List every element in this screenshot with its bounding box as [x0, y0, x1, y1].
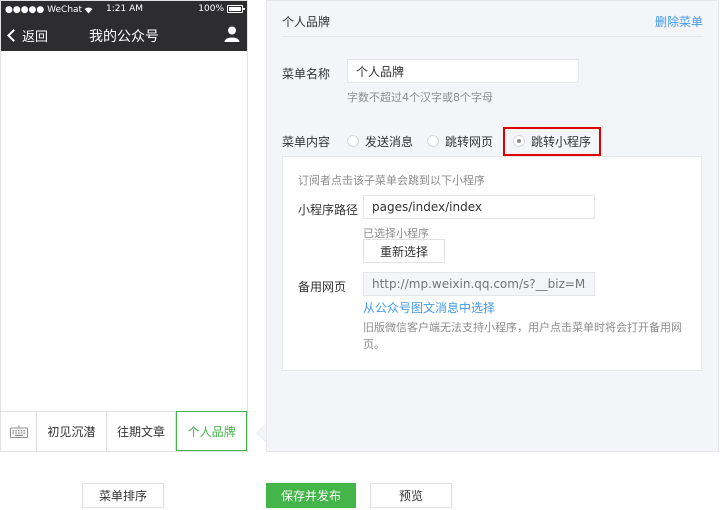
menu-item-label: 往期文章	[117, 425, 166, 439]
preview-button[interactable]: 预览	[370, 483, 452, 508]
menu-name-label: 菜单名称	[282, 67, 331, 81]
fallback-label: 备用网页	[298, 280, 347, 294]
menu-name-hint: 字数不超过4个汉字或8个字母	[347, 91, 493, 104]
battery-icon	[227, 5, 245, 13]
sort-label: 菜单排序	[98, 489, 147, 503]
miniprogram-settings: 订阅者点击该子菜单会跳到以下小程序 小程序路径 已选择小程序 重新选择 备用网页…	[282, 156, 702, 371]
keyboard-icon	[9, 425, 28, 438]
menu-content-label: 菜单内容	[282, 135, 331, 149]
battery-percent: 100%	[198, 4, 224, 14]
content-type-radio-group: 发送消息 跳转网页 跳转小程序	[347, 126, 602, 156]
radio-label: 发送消息	[365, 134, 414, 149]
menu-item-label: 初见沉潜	[47, 425, 96, 439]
radio-circle-checked	[513, 135, 526, 147]
keyboard-toggle[interactable]	[1, 412, 37, 451]
menu-item-label: 个人品牌	[187, 424, 236, 439]
radio-circle	[427, 135, 440, 147]
phone-preview: ●●●●● WeChat 1:21 AM 100% 返回 我的公众号 +	[0, 0, 248, 452]
radio-label: 跳转网页	[445, 134, 494, 149]
menu-item-third-selected[interactable]: 个人品牌	[176, 411, 247, 451]
radio-send-message[interactable]: 发送消息	[347, 133, 413, 150]
radio-jump-webpage[interactable]: 跳转网页	[427, 133, 493, 150]
editor-title: 个人品牌	[282, 15, 331, 29]
publish-label: 保存并发布	[280, 489, 341, 503]
compatibility-note: 旧版微信客户端无法支持小程序，用户点击菜单时将会打开备用网页。	[363, 321, 682, 351]
radio-circle	[347, 135, 359, 147]
path-label: 小程序路径	[298, 203, 359, 217]
menu-item-first[interactable]: 初见沉潜	[37, 412, 107, 451]
custom-menu-bar: 初见沉潜 往期文章 个人品牌	[1, 411, 247, 451]
editor-pointer-arrow	[256, 424, 266, 442]
menu-item-second[interactable]: 往期文章	[107, 412, 177, 451]
battery-status: 100%	[198, 4, 245, 14]
reselect-button[interactable]: 重新选择	[363, 239, 445, 263]
delete-menu-link[interactable]: 删除菜单	[655, 13, 703, 30]
fallback-url-input[interactable]	[363, 272, 595, 296]
miniprogram-path-input[interactable]	[363, 195, 595, 219]
wifi-icon	[84, 6, 93, 13]
user-profile-icon[interactable]	[223, 25, 241, 43]
menu-name-input[interactable]	[347, 59, 579, 83]
reselect-label: 重新选择	[379, 244, 428, 259]
editor-header: 个人品牌 删除菜单	[282, 13, 703, 37]
carrier-signal: ●●●●● WeChat	[5, 5, 93, 15]
status-time: 1:21 AM	[106, 4, 143, 14]
choose-from-articles-link[interactable]: 从公众号图文消息中选择	[363, 299, 495, 316]
miniprogram-description: 订阅者点击该子菜单会跳到以下小程序	[298, 174, 485, 187]
chat-area	[1, 51, 247, 411]
menu-editor-panel: 个人品牌 删除菜单 菜单名称 字数不超过4个汉字或8个字母 菜单内容 发送消息 …	[266, 0, 719, 452]
status-bar: ●●●●● WeChat 1:21 AM 100%	[1, 1, 247, 19]
carrier-label: ●●●●● WeChat	[5, 5, 83, 15]
save-publish-button[interactable]: 保存并发布	[266, 483, 356, 508]
menu-sort-button[interactable]: 菜单排序	[82, 483, 164, 508]
account-title: 我的公众号	[89, 29, 159, 45]
wechat-nav-bar: 返回 我的公众号	[1, 19, 247, 51]
preview-label: 预览	[398, 489, 423, 503]
radio-label: 跳转小程序	[531, 134, 592, 149]
radio-jump-miniprogram[interactable]: 跳转小程序	[503, 126, 602, 156]
